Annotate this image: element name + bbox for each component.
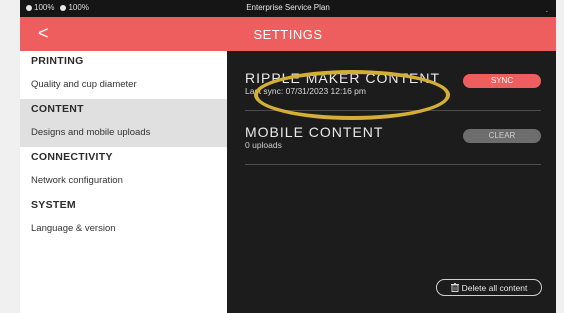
sidebar-section-system[interactable]: SYSTEM Language & version [20, 195, 227, 243]
tablet-screen: 100% 100% Enterprise Service Plan . < SE… [20, 0, 556, 313]
content-panel: RIPPLE MAKER CONTENT Last sync: 07/31/20… [227, 51, 556, 313]
mobile-content-title: MOBILE CONTENT [245, 124, 384, 140]
last-sync-text: Last sync: 07/31/2023 12:16 pm [245, 86, 366, 96]
settings-sidebar: PRINTING Quality and cup diameter CONTEN… [20, 51, 227, 313]
divider [245, 110, 541, 111]
clear-button[interactable]: CLEAR [463, 129, 541, 143]
sidebar-item-connectivity: Network configuration [31, 175, 123, 186]
sidebar-heading: CONNECTIVITY [31, 151, 113, 163]
delete-all-label: Delete all content [461, 282, 528, 293]
sidebar-item-printing: Quality and cup diameter [31, 79, 137, 90]
plan-label: Enterprise Service Plan [246, 3, 330, 12]
delete-all-content-button[interactable]: Delete all content [436, 279, 542, 296]
sidebar-item-system: Language & version [31, 223, 116, 234]
status-right-indicator: . [545, 5, 548, 14]
page-title: SETTINGS [253, 27, 323, 42]
sidebar-section-printing[interactable]: PRINTING Quality and cup diameter [20, 51, 227, 99]
divider [245, 164, 541, 165]
sidebar-heading: PRINTING [31, 55, 84, 67]
status-bar: 100% 100% Enterprise Service Plan . [20, 0, 556, 17]
sidebar-heading: SYSTEM [31, 199, 76, 211]
mobile-uploads-count: 0 uploads [245, 140, 282, 150]
settings-header: < SETTINGS [20, 17, 556, 51]
sync-button[interactable]: SYNC [463, 74, 541, 88]
sidebar-heading: CONTENT [31, 103, 84, 115]
sidebar-section-content[interactable]: CONTENT Designs and mobile uploads [20, 99, 227, 147]
ripple-content-title: RIPPLE MAKER CONTENT [245, 70, 441, 86]
sidebar-section-connectivity[interactable]: CONNECTIVITY Network configuration [20, 147, 227, 195]
trash-icon [450, 283, 459, 292]
sidebar-item-content: Designs and mobile uploads [31, 127, 151, 138]
